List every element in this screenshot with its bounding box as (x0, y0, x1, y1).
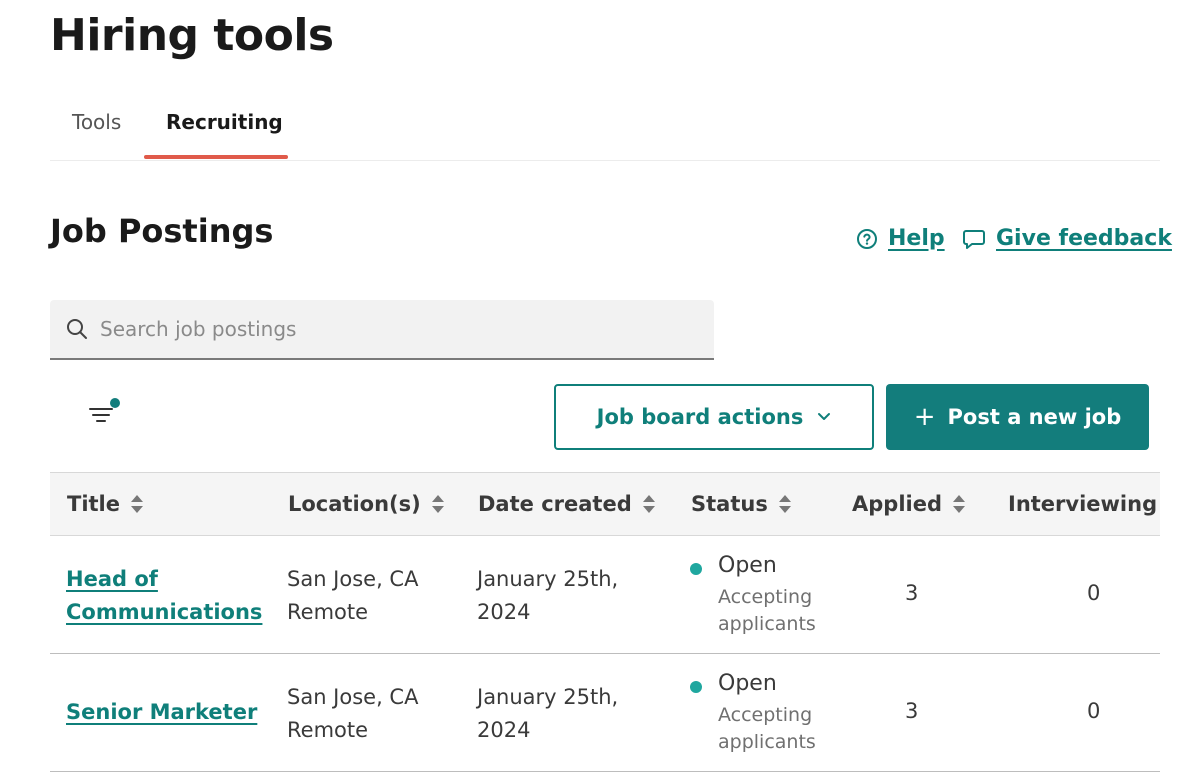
column-header-interviewing[interactable]: Interviewing (1008, 473, 1157, 535)
tab-recruiting[interactable]: Recruiting (166, 110, 283, 134)
give-feedback-link[interactable]: Give feedback (962, 226, 1172, 251)
location-line: San Jose, CA (287, 567, 419, 591)
table-row: Senior Marketer San Jose, CA Remote Janu… (50, 654, 1160, 772)
filter-icon (89, 398, 120, 422)
date-created-cell: January 25th, 2024 (477, 563, 618, 629)
status-detail-line: Accepting (718, 704, 813, 726)
applied-count: 3 (905, 581, 919, 605)
plus-icon: + (913, 402, 936, 432)
status-detail-line: applicants (718, 731, 816, 753)
status-detail-line: applicants (718, 613, 816, 635)
search-icon (67, 319, 87, 339)
table-header: Title Location(s) Date created Status Ap… (50, 472, 1160, 536)
post-new-job-button[interactable]: + Post a new job (886, 384, 1149, 450)
sort-icon[interactable] (642, 493, 656, 515)
sort-icon[interactable] (952, 493, 966, 515)
job-title-line[interactable]: Senior Marketer (66, 700, 257, 724)
help-label: Help (888, 226, 945, 251)
filter-button[interactable] (84, 394, 124, 434)
date-line: January 25th, (477, 685, 619, 709)
job-postings-table: Title Location(s) Date created Status Ap… (50, 472, 1160, 772)
column-label: Interviewing (1008, 492, 1158, 516)
location-line: Remote (287, 600, 369, 624)
status-detail: Accepting applicants (718, 702, 858, 756)
job-title-line[interactable]: Communications (66, 600, 262, 624)
active-tab-indicator (144, 155, 288, 159)
page-title: Hiring tools (50, 10, 334, 61)
location-line: Remote (287, 718, 369, 742)
tab-tools[interactable]: Tools (72, 110, 121, 134)
status-detail-line: Accepting (718, 586, 813, 608)
table-row: Head of Communications San Jose, CA Remo… (50, 536, 1160, 654)
job-title-line[interactable]: Head of (66, 567, 158, 591)
column-header-title[interactable]: Title (67, 473, 144, 535)
date-line: 2024 (477, 600, 531, 624)
column-header-date-created[interactable]: Date created (478, 473, 656, 535)
column-header-status[interactable]: Status (691, 473, 792, 535)
status-label: Open (718, 553, 777, 578)
sort-icon[interactable] (431, 493, 445, 515)
search-box (50, 300, 714, 360)
job-title-link[interactable]: Senior Marketer (66, 696, 257, 729)
give-feedback-label: Give feedback (996, 226, 1172, 251)
sort-icon[interactable] (778, 493, 792, 515)
status-dot (690, 681, 702, 693)
column-header-applied[interactable]: Applied (852, 473, 966, 535)
status-label: Open (718, 671, 777, 696)
job-board-actions-label: Job board actions (596, 405, 804, 429)
column-label: Location(s) (288, 492, 421, 516)
tab-bar: Tools Recruiting (50, 98, 1160, 161)
column-label: Status (691, 492, 768, 516)
applied-count: 3 (905, 699, 919, 723)
location-cell: San Jose, CA Remote (287, 681, 418, 747)
sort-icon[interactable] (130, 493, 144, 515)
section-title: Job Postings (50, 212, 274, 250)
column-header-location[interactable]: Location(s) (288, 473, 445, 535)
status-detail: Accepting applicants (718, 584, 858, 638)
date-created-cell: January 25th, 2024 (477, 681, 618, 747)
column-label: Date created (478, 492, 632, 516)
column-label: Title (67, 492, 121, 516)
location-line: San Jose, CA (287, 685, 419, 709)
job-board-actions-button[interactable]: Job board actions (554, 384, 874, 450)
interviewing-count: 0 (1087, 581, 1101, 605)
date-line: 2024 (477, 718, 531, 742)
help-link[interactable]: Help (856, 226, 945, 251)
job-title-link[interactable]: Head of Communications (66, 563, 262, 629)
speech-bubble-icon (963, 229, 985, 249)
help-icon (857, 228, 877, 249)
location-cell: San Jose, CA Remote (287, 563, 418, 629)
search-input[interactable] (98, 316, 662, 342)
date-line: January 25th, (477, 567, 619, 591)
column-label: Applied (852, 492, 942, 516)
interviewing-count: 0 (1087, 699, 1101, 723)
status-dot (690, 563, 702, 575)
chevron-down-icon (818, 413, 831, 420)
post-new-job-label: Post a new job (947, 405, 1122, 429)
